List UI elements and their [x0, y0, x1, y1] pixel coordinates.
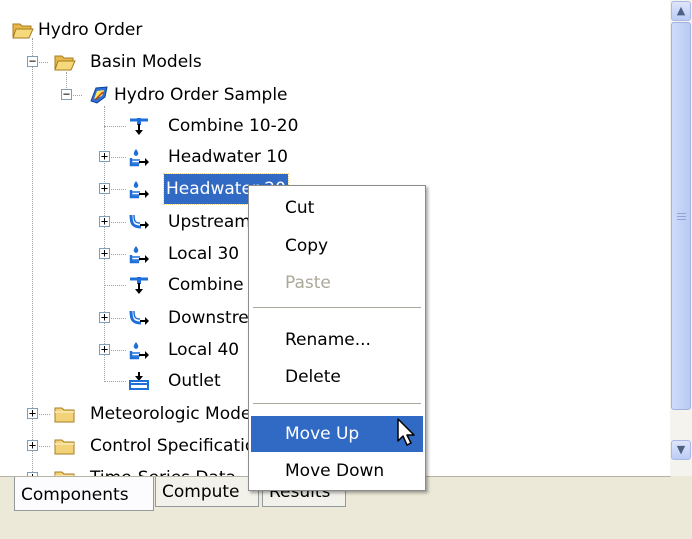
chevron-up-icon: ▲ [676, 4, 686, 17]
menu-item-cut[interactable]: Cut [251, 190, 423, 226]
reach-icon [128, 308, 150, 328]
expand-toggle[interactable]: + [99, 150, 110, 162]
menu-separator [253, 403, 421, 404]
tree-item-label: Basin Models [90, 52, 202, 72]
tree-item-hydro-order[interactable]: Hydro Order [0, 15, 660, 45]
tab-label: Components [21, 485, 129, 505]
tab-compute[interactable]: Compute [155, 477, 259, 507]
tree-item-label: Local 30 [168, 244, 240, 264]
tab-components[interactable]: Components [14, 477, 154, 511]
subbasin-icon [128, 179, 150, 199]
expand-toggle[interactable]: + [99, 247, 110, 259]
expand-toggle[interactable]: + [99, 215, 110, 227]
subbasin-icon [128, 147, 150, 167]
scroll-up-button[interactable]: ▲ [671, 1, 691, 21]
menu-item-rename[interactable]: Rename... [251, 322, 423, 358]
menu-item-delete[interactable]: Delete [251, 359, 423, 395]
vertical-scrollbar[interactable]: ▲ ▼ [670, 0, 692, 476]
expand-toggle[interactable]: + [99, 343, 110, 355]
tree-item-label: Combine 10-20 [168, 116, 299, 136]
collapse-toggle[interactable]: − [27, 55, 38, 67]
chevron-down-icon: ▼ [676, 443, 686, 456]
subbasin-icon [128, 244, 150, 264]
expand-toggle[interactable]: + [27, 407, 38, 419]
tree-item-headwater-10[interactable]: + Headwater 10 [0, 142, 660, 172]
tab-label: Compute [162, 482, 240, 502]
scroll-thumb[interactable] [671, 22, 691, 410]
grip-icon [677, 216, 686, 217]
folder-open-icon [12, 20, 34, 40]
tree-item-label: Upstream [168, 212, 251, 232]
tree-item-label: Headwater 10 [168, 147, 288, 167]
menu-item-paste[interactable]: Paste [251, 265, 423, 301]
subbasin-icon [128, 340, 150, 360]
expand-toggle[interactable]: + [99, 182, 110, 194]
tree-item-label: Time-Series Data [88, 463, 238, 476]
tree-item-label: Local 40 [168, 340, 240, 360]
tree-item-hydro-order-sample[interactable]: − Hydro Order Sample [0, 80, 660, 110]
menu-item-copy[interactable]: Copy [251, 228, 423, 264]
junction-icon [128, 116, 150, 136]
menu-separator [253, 307, 421, 308]
tree-item-basin-models[interactable]: − Basin Models [0, 47, 660, 77]
menu-item-move-down[interactable]: Move Down [251, 453, 423, 489]
grip-icon [677, 219, 686, 220]
tree-item-label: Meteorologic Models [90, 404, 265, 424]
tree-item-label: Outlet [168, 371, 221, 391]
scroll-down-button[interactable]: ▼ [671, 440, 691, 460]
reach-icon [128, 212, 150, 232]
folder-icon [54, 436, 76, 456]
basin-model-icon [88, 85, 110, 105]
folder-icon [54, 404, 76, 424]
collapse-toggle[interactable]: − [61, 88, 72, 100]
folder-icon [54, 468, 76, 477]
mouse-cursor-icon [397, 418, 415, 446]
expand-toggle[interactable]: + [27, 439, 38, 451]
expand-toggle[interactable]: + [99, 311, 110, 323]
sink-icon [128, 371, 150, 391]
junction-icon [128, 275, 150, 295]
tree-item-label: Combine [168, 275, 244, 295]
tree-item-combine-10-20[interactable]: Combine 10-20 [0, 111, 660, 141]
grip-icon [677, 213, 686, 214]
tree-item-label: Hydro Order [38, 20, 143, 40]
tree-item-label: Hydro Order Sample [114, 85, 288, 105]
folder-open-icon [54, 52, 76, 72]
